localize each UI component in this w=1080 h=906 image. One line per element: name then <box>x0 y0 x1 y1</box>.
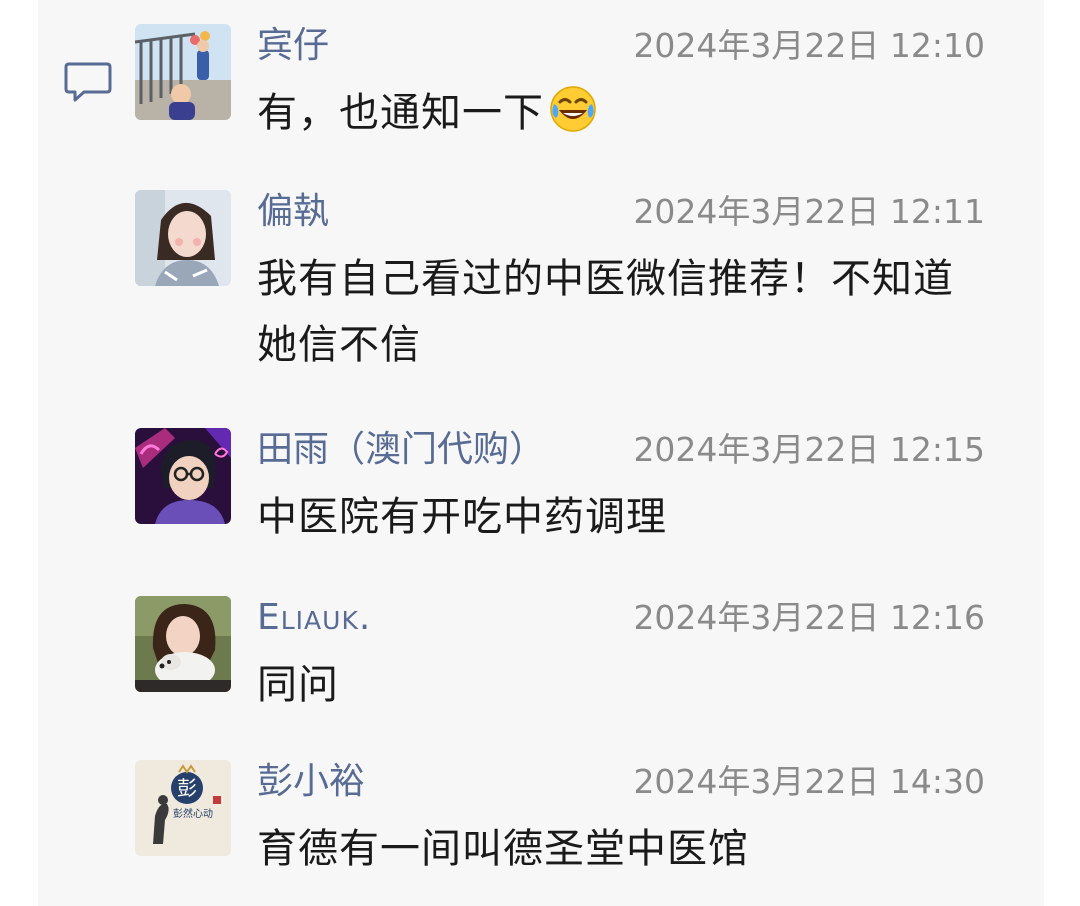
comment-item: 偏執 2024年3月22日 12:11 我有自己看过的中医微信推荐！不知道她信不… <box>135 190 1005 390</box>
comment-author[interactable]: Eliauk. <box>257 596 371 640</box>
comment-text-content: 有，也通知一下 <box>257 90 544 136</box>
comment-time: 2024年3月22日 12:15 <box>633 430 985 469</box>
comment-text: 有，也通知一下 <box>257 80 987 146</box>
comment-author[interactable]: 宾仔 <box>257 24 329 68</box>
avatar[interactable]: 彭 彭然心动 <box>135 760 231 856</box>
comment-time: 2024年3月22日 12:10 <box>633 26 985 65</box>
comment-text: 同问 <box>257 662 339 708</box>
avatar-logo-subtext: 彭然心动 <box>173 809 213 820</box>
comment-time: 2024年3月22日 14:30 <box>633 762 985 801</box>
comment-item: 田雨（澳门代购） 2024年3月22日 12:15 中医院有开吃中药调理 <box>135 428 1005 558</box>
comment-text: 育德有一间叫德圣堂中医馆 <box>257 826 749 872</box>
avatar[interactable] <box>135 596 231 692</box>
comment-author[interactable]: 田雨（澳门代购） <box>257 428 545 472</box>
avatar-logo-text: 彭 <box>177 776 197 800</box>
avatar[interactable] <box>135 428 231 524</box>
comment-text: 我有自己看过的中医微信推荐！不知道她信不信 <box>257 256 954 368</box>
comment-time: 2024年3月22日 12:11 <box>633 192 985 231</box>
comment-item: 彭 彭然心动 彭小裕 2024年3月22日 14:30 育德有一间叫德圣堂中医馆 <box>135 760 1005 890</box>
comment-bubble-icon <box>64 62 112 102</box>
tears-of-joy-emoji-icon <box>550 86 596 132</box>
comment-item: 宾仔 2024年3月22日 12:10 有，也通知一下 <box>135 24 1005 154</box>
avatar[interactable] <box>135 24 231 120</box>
comment-item: Eliauk. 2024年3月22日 12:16 同问 <box>135 596 1005 726</box>
comment-text: 中医院有开吃中药调理 <box>257 494 667 540</box>
comment-author[interactable]: 彭小裕 <box>257 760 365 804</box>
comment-author[interactable]: 偏執 <box>257 190 329 234</box>
avatar[interactable] <box>135 190 231 286</box>
comment-time: 2024年3月22日 12:16 <box>633 598 985 637</box>
